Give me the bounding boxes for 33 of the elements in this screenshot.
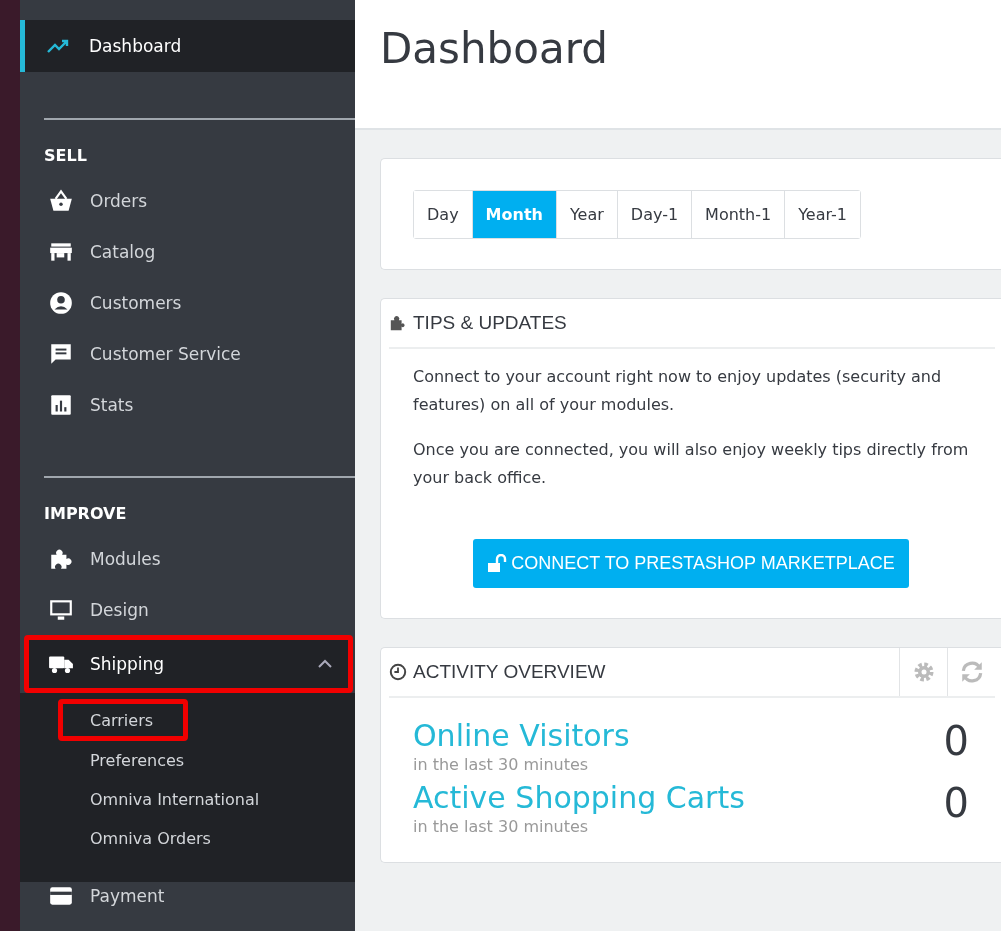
user-icon: [48, 289, 74, 316]
sidebar-item[interactable]: Customer Service: [24, 328, 353, 379]
metric-caption: in the last 30 minutes: [413, 755, 590, 774]
sidebar-item[interactable]: Customers: [24, 277, 353, 328]
period-tab[interactable]: Day: [414, 191, 473, 238]
tip-text: Once you are connected, you will also enjoy weekly tips directly from your back office.: [413, 439, 969, 489]
sidebar-item[interactable]: Design: [24, 584, 353, 635]
tip-text: Connect to your account right now to enjoy updates (security and features) on all of your modules.: [413, 366, 943, 416]
panel-title: TIPS & UPDATES: [413, 312, 567, 334]
chevron-icon: [318, 659, 332, 669]
submenu-item[interactable]: Omniva International: [58, 780, 295, 819]
sidebar-item[interactable]: Dashboard: [20, 20, 355, 72]
panel-title: ACTIVITY OVERVIEW: [413, 661, 606, 683]
basket-icon: [48, 187, 74, 214]
sidebar-item[interactable]: Modules: [24, 533, 353, 584]
sidebar-item[interactable]: Catalog: [24, 226, 353, 277]
page-title: Dashboard: [379, 23, 609, 73]
sidebar-item[interactable]: Orders: [24, 175, 353, 226]
sidebar-item[interactable]: Payment: [24, 870, 353, 921]
metric-caption: in the last 30 minutes: [413, 817, 590, 836]
clock-icon: [389, 663, 407, 681]
unlock-icon: [487, 553, 508, 574]
sidebar-item[interactable]: Shipping: [24, 635, 353, 693]
section-heading: IMPROVE: [43, 503, 128, 525]
submenu-item[interactable]: Preferences: [58, 741, 220, 780]
trend-line-icon: [47, 38, 71, 54]
puzzle-icon: [389, 314, 407, 332]
sidebar-item[interactable]: Stats: [24, 379, 353, 430]
metric-value: 0: [943, 718, 969, 764]
section-heading: SELL: [43, 145, 88, 167]
metric-value: 0: [943, 780, 969, 826]
submenu-item[interactable]: Omniva Orders: [58, 819, 246, 858]
submenu-item[interactable]: Carriers: [58, 699, 189, 741]
